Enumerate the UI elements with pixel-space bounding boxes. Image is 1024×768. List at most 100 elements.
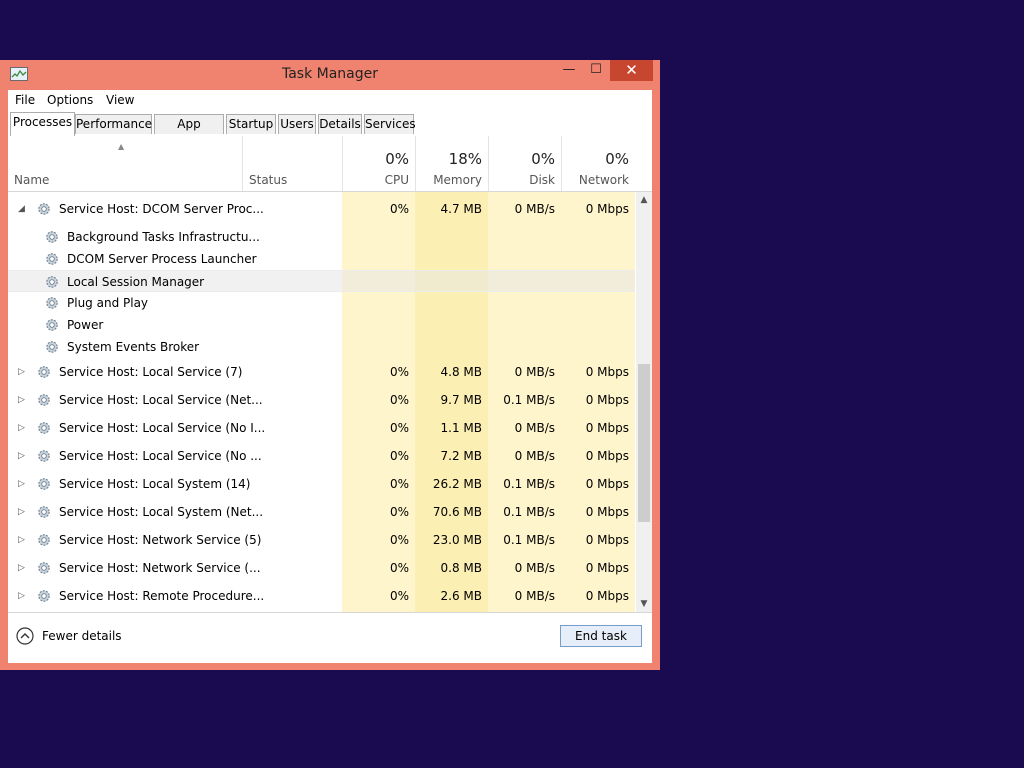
tab-processes[interactable]: Processes — [10, 112, 75, 137]
service-gear-icon — [44, 339, 60, 355]
close-button[interactable]: ✕ — [610, 60, 653, 81]
expand-triangle-icon[interactable]: ▷ — [18, 529, 28, 551]
expand-triangle-icon[interactable]: ▷ — [18, 445, 28, 467]
process-group-row[interactable]: ▷ Service Host: Local Service (7) 0% 4.8 MB… — [8, 361, 635, 383]
cpu-value: 0% — [389, 421, 409, 435]
process-group-row[interactable]: ▷ Service Host: Remote Procedure... 0% 2.6 … — [8, 585, 635, 607]
menu-file[interactable]: File — [15, 93, 35, 107]
process-list[interactable]: ◢ Service Host: DCOM Server Proc... 0% 4.7 … — [8, 192, 635, 612]
task-manager-window: Task Manager — ☐ ✕ File Options View Pro… — [0, 60, 660, 670]
cpu-value: 0% — [389, 533, 409, 547]
expand-triangle-icon[interactable]: ▷ — [18, 417, 28, 439]
process-name: Service Host: Local Service (No I... — [59, 421, 266, 435]
process-name: Power — [67, 318, 104, 332]
column-header: ▲ Name Status 0% CPU 18% Memory 0% Disk … — [8, 136, 652, 192]
expand-triangle-icon[interactable]: ▷ — [18, 473, 28, 495]
expand-triangle-icon[interactable]: ▷ — [18, 389, 28, 411]
process-name: Service Host: Network Service (... — [59, 561, 261, 575]
process-name: Service Host: DCOM Server Proc... — [59, 202, 264, 216]
process-name: Local Session Manager — [67, 275, 205, 289]
collapse-chevron-icon[interactable] — [16, 627, 34, 645]
process-name: Service Host: Local System (14) — [59, 477, 251, 491]
process-group-row[interactable]: ▷ Service Host: Local System (Net... 0% 70.… — [8, 501, 635, 523]
network-total: 0% — [605, 150, 629, 168]
expand-triangle-icon[interactable]: ▷ — [18, 557, 28, 579]
service-gear-icon — [36, 420, 52, 436]
menu-bar: File Options View — [8, 90, 652, 110]
network-value: 0 Mbps — [585, 589, 629, 603]
service-gear-icon — [44, 295, 60, 311]
expand-triangle-icon[interactable]: ▷ — [18, 585, 28, 607]
memory-value: 26.2 MB — [432, 477, 482, 491]
network-value: 0 Mbps — [585, 449, 629, 463]
menu-view[interactable]: View — [106, 93, 134, 107]
sort-arrow-icon: ▲ — [118, 142, 125, 151]
collapse-triangle-icon[interactable]: ◢ — [18, 198, 28, 220]
vertical-scrollbar[interactable]: ▲ ▼ — [636, 192, 652, 612]
expand-triangle-icon[interactable]: ▷ — [18, 501, 28, 523]
column-cpu[interactable]: 0% CPU — [342, 136, 415, 191]
menu-options[interactable]: Options — [47, 93, 93, 107]
fewer-details-link[interactable]: Fewer details — [42, 629, 122, 643]
column-status: Status — [249, 173, 288, 187]
tab-startup[interactable]: Startup — [226, 114, 276, 134]
tab-users[interactable]: Users — [278, 114, 316, 134]
process-name: Service Host: Network Service (5) — [59, 533, 262, 547]
process-name: System Events Broker — [67, 340, 200, 354]
network-value: 0 Mbps — [585, 533, 629, 547]
process-group-row[interactable]: ▷ Service Host: Network Service (... 0% 0.8… — [8, 557, 635, 579]
end-task-button[interactable]: End task — [560, 625, 642, 647]
column-memory[interactable]: 18% Memory — [415, 136, 488, 191]
scroll-down-arrow-icon[interactable]: ▼ — [636, 596, 652, 612]
network-value: 0 Mbps — [585, 365, 629, 379]
service-row[interactable]: DCOM Server Process Launcher — [8, 248, 635, 270]
column-name[interactable]: Name — [14, 173, 49, 187]
cpu-value: 0% — [389, 449, 409, 463]
process-group-row[interactable]: ▷ Service Host: Local System (14) 0% 26.2 M… — [8, 473, 635, 495]
process-name: Background Tasks Infrastructu... — [67, 230, 260, 244]
tab-performance[interactable]: Performance — [75, 114, 152, 134]
cpu-value: 0% — [389, 202, 409, 216]
tab-services[interactable]: Services — [364, 114, 416, 134]
service-row[interactable]: Background Tasks Infrastructu... — [8, 226, 635, 248]
column-disk[interactable]: 0% Disk — [488, 136, 561, 191]
disk-value: 0 MB/s — [514, 365, 555, 379]
service-gear-icon — [36, 201, 52, 217]
cpu-value: 0% — [389, 393, 409, 407]
tab-app-history[interactable]: App history — [154, 114, 224, 150]
network-value: 0 Mbps — [585, 202, 629, 216]
service-gear-icon — [36, 532, 52, 548]
cpu-total: 0% — [385, 150, 409, 168]
minimize-button[interactable]: — — [555, 60, 583, 81]
service-row[interactable]: System Events Broker — [8, 336, 635, 358]
process-group-row[interactable]: ▷ Service Host: Local Service (Net... 0% 9.… — [8, 389, 635, 411]
service-row[interactable]: Power — [8, 314, 635, 336]
process-group-row[interactable]: ▷ Service Host: Local Service (No ... 0% 7.… — [8, 445, 635, 467]
process-name: Service Host: Local Service (Net... — [59, 393, 263, 407]
maximize-button[interactable]: ☐ — [583, 60, 609, 81]
cpu-label: CPU — [384, 173, 409, 187]
footer-bar: Fewer details End task — [8, 612, 652, 663]
network-value: 0 Mbps — [585, 505, 629, 519]
expand-triangle-icon[interactable]: ▷ — [18, 361, 28, 383]
cpu-value: 0% — [389, 589, 409, 603]
column-network[interactable]: 0% Network — [561, 136, 635, 191]
memory-value: 70.6 MB — [432, 505, 482, 519]
scroll-up-arrow-icon[interactable]: ▲ — [636, 192, 652, 208]
tab-strip: Processes Performance App history Startu… — [8, 112, 652, 150]
scrollbar-thumb[interactable] — [638, 364, 650, 522]
process-group-row[interactable]: ▷ Service Host: Network Service (5) 0% 23.0… — [8, 529, 635, 551]
title-bar[interactable]: Task Manager — ☐ ✕ — [0, 60, 660, 90]
service-row[interactable]: Plug and Play — [8, 292, 635, 314]
service-row[interactable]: Local Session Manager — [8, 270, 635, 292]
cpu-value: 0% — [389, 365, 409, 379]
column-status-header[interactable]: Status — [242, 136, 342, 191]
process-name: Plug and Play — [67, 296, 149, 310]
service-gear-icon — [36, 392, 52, 408]
memory-value: 9.7 MB — [440, 393, 482, 407]
tab-details[interactable]: Details — [318, 114, 362, 134]
cpu-value: 0% — [389, 505, 409, 519]
process-group-row[interactable]: ▷ Service Host: Local Service (No I... 0% 1… — [8, 417, 635, 439]
process-group-row[interactable]: ◢ Service Host: DCOM Server Proc... 0% 4.7 … — [8, 198, 635, 220]
memory-value: 7.2 MB — [440, 449, 482, 463]
